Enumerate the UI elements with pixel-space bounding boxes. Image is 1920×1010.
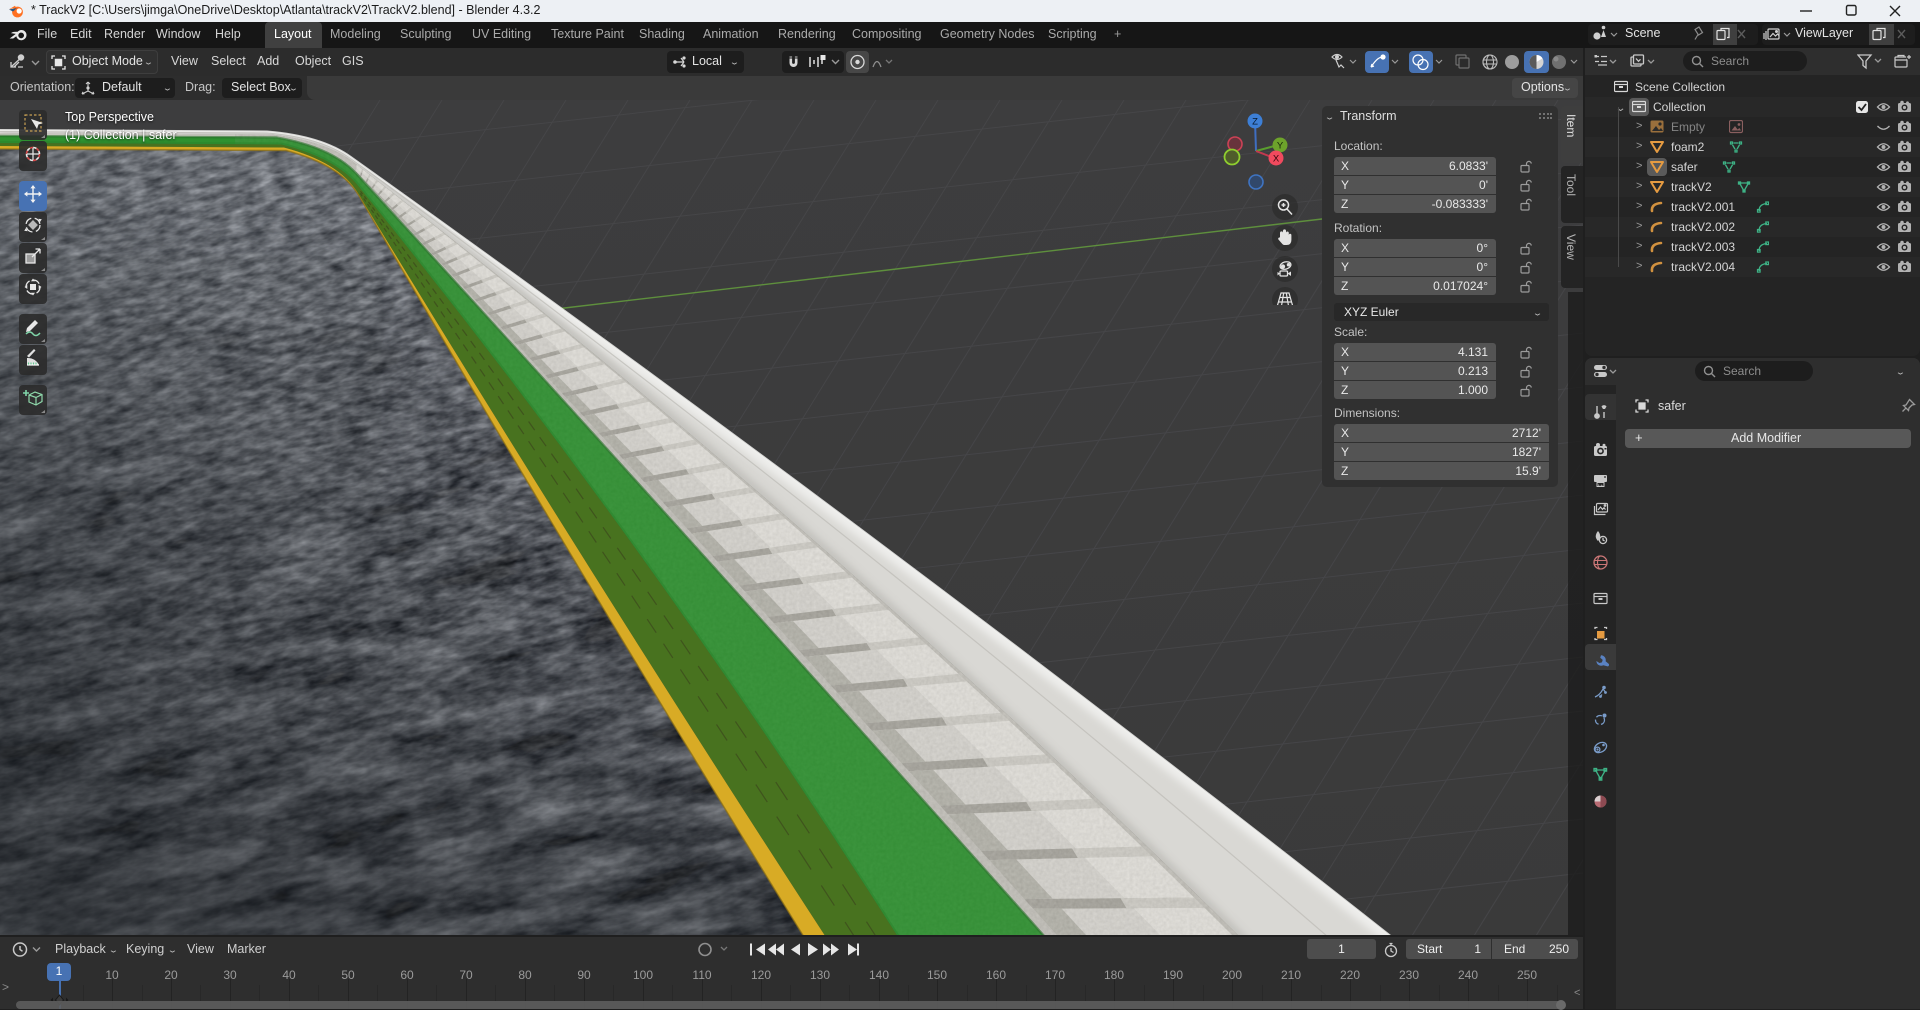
svg-text:Y: Y [1277, 141, 1284, 152]
svg-text:Z: Z [1252, 117, 1258, 128]
svg-text:X: X [1273, 154, 1280, 165]
